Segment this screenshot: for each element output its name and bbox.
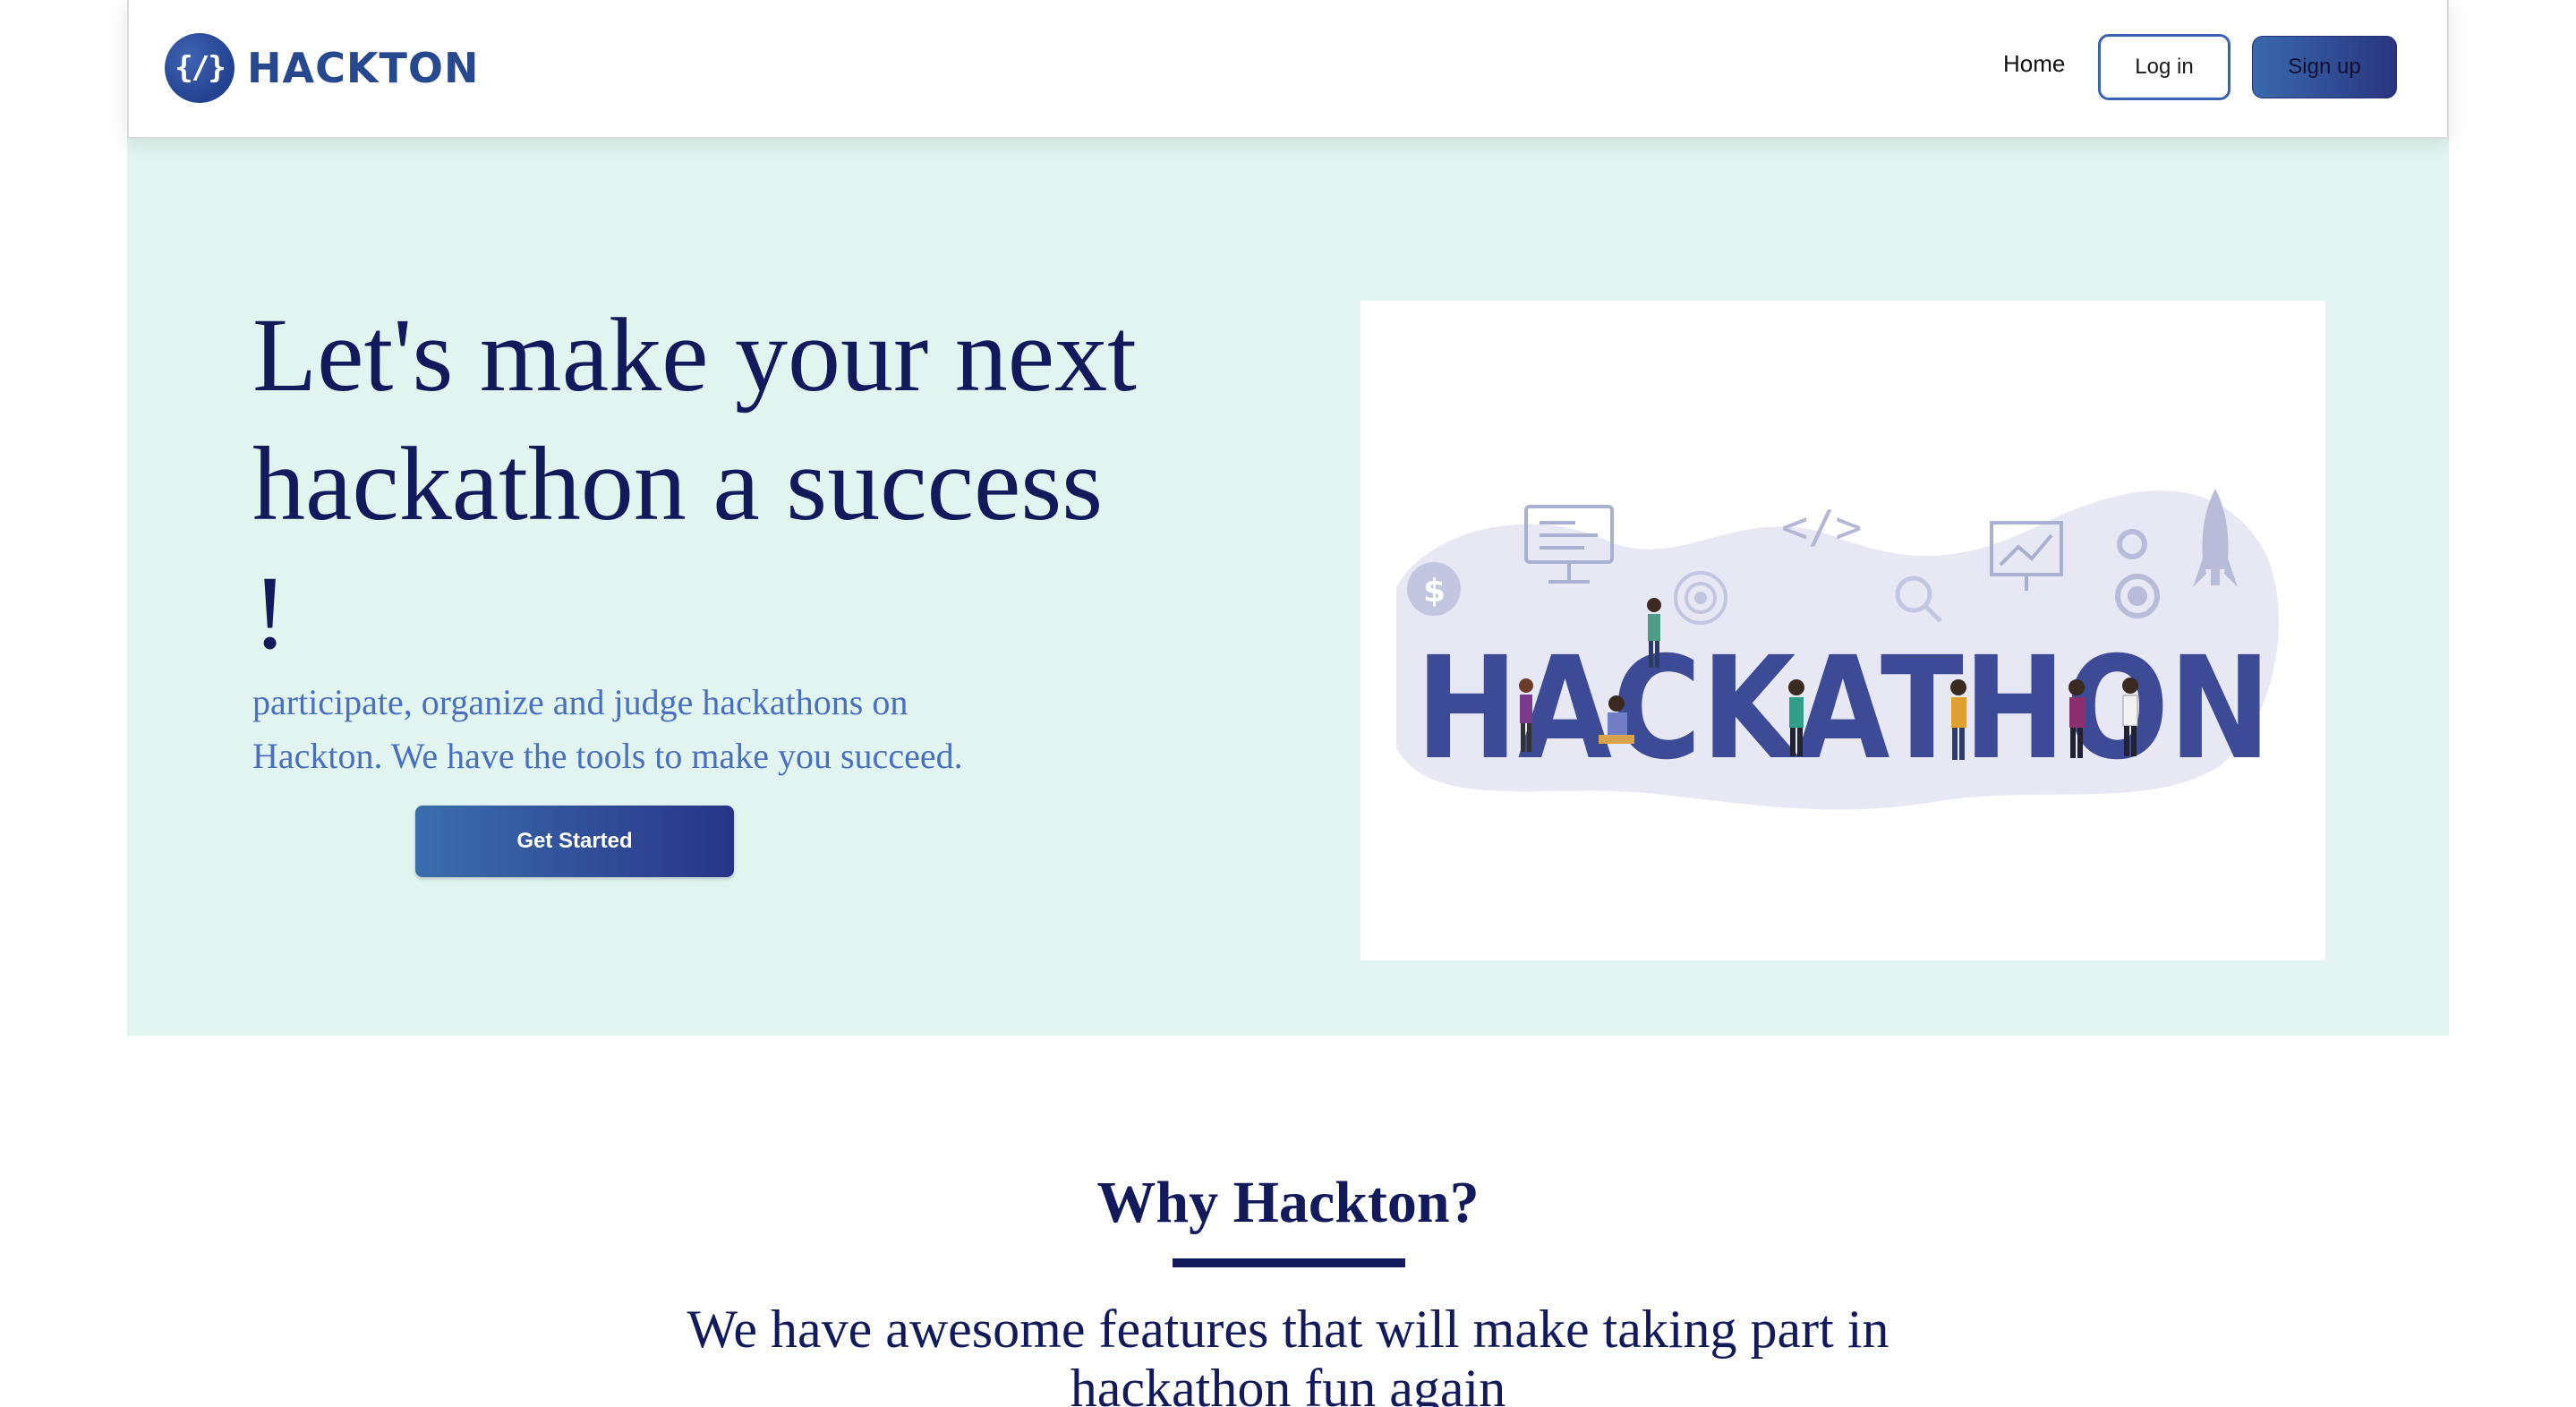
hackathon-illustration: </> $ HACKATHON bbox=[1361, 301, 2325, 960]
hero-title: Let's make your next hackathon a success… bbox=[252, 296, 1137, 671]
why-section-subtitle: We have awesome features that will make … bbox=[687, 1300, 1889, 1407]
dollar-icon: $ bbox=[1407, 562, 1461, 616]
hackathon-illustration-svg: </> $ HACKATHON bbox=[1396, 489, 2279, 810]
svg-text:$: $ bbox=[1423, 573, 1446, 610]
brand-name: HACKTON bbox=[247, 44, 480, 92]
navbar: {/} HACKTON Home Log in Sign up bbox=[127, 0, 2449, 139]
hero-section: Let's make your next hackathon a success… bbox=[127, 139, 2449, 1036]
logo[interactable]: {/} HACKTON bbox=[165, 32, 479, 104]
get-started-button[interactable]: Get Started bbox=[415, 806, 734, 877]
signup-button[interactable]: Sign up bbox=[2252, 36, 2397, 98]
logo-icon: {/} bbox=[165, 33, 235, 103]
nav-home-link[interactable]: Home bbox=[2003, 50, 2065, 78]
code-icon: </> bbox=[1781, 501, 1862, 553]
why-title-underline bbox=[1173, 1258, 1405, 1267]
hero-subtitle: participate, organize and judge hackatho… bbox=[252, 682, 963, 776]
why-section-title: Why Hackton? bbox=[1096, 1170, 1480, 1235]
hackathon-word: HACKATHON bbox=[1416, 627, 2271, 791]
login-button[interactable]: Log in bbox=[2098, 34, 2231, 100]
